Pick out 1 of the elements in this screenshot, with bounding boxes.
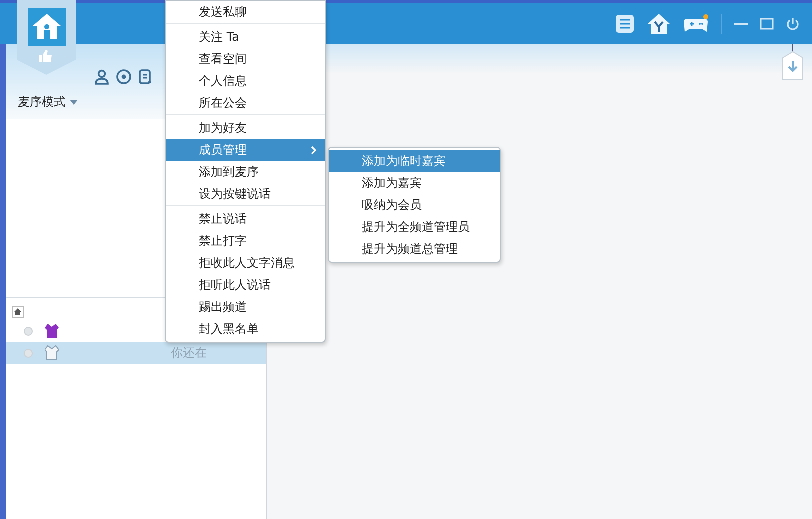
status-text: 你还在 (171, 345, 207, 362)
